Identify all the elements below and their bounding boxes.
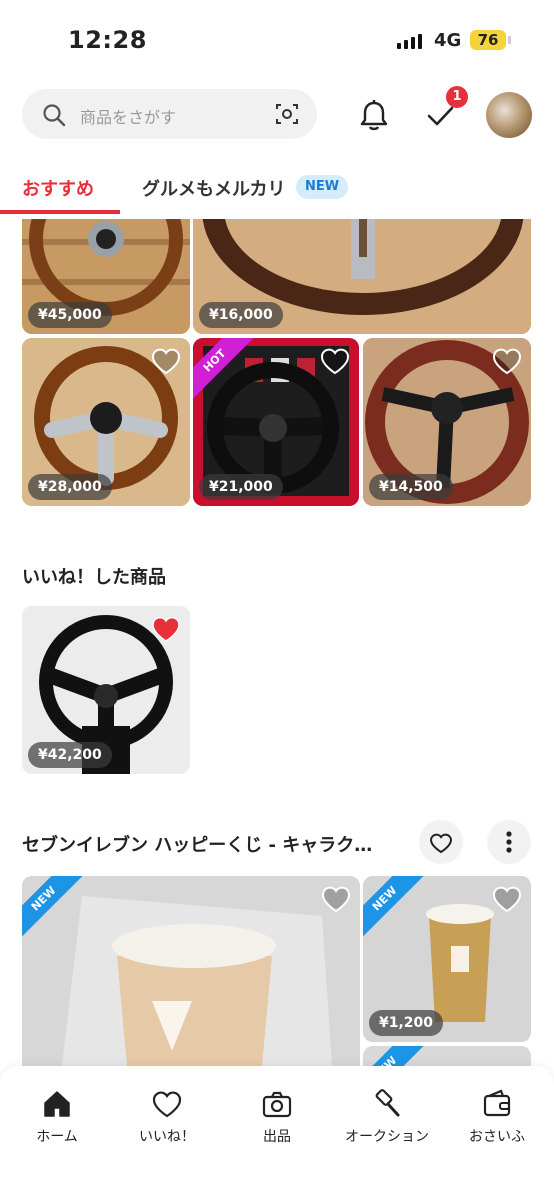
nav-home[interactable]: ホーム [2,1088,112,1146]
item-price: ¥42,200 [28,742,112,768]
heart-outline-icon [429,833,453,854]
nav-sell[interactable]: 出品 [222,1088,332,1146]
hot-ribbon: HOT [193,338,255,400]
active-tab-underline [0,210,120,214]
wallet-icon [483,1089,511,1117]
nav-label: いいね！ [139,1129,195,1145]
like-heart-icon[interactable] [491,884,523,914]
product-card[interactable]: ¥28,000 [22,338,190,506]
product-card[interactable]: NEW [363,1046,531,1066]
like-heart-icon[interactable] [491,346,523,376]
notification-badge: 1 [446,86,468,108]
nav-wallet[interactable]: おさいふ [442,1088,552,1146]
tab-recommended[interactable]: おすすめ [22,175,94,201]
new-ribbon: NEW [22,876,84,938]
item-price: ¥28,000 [28,474,112,500]
new-ribbon: NEW [363,1046,425,1066]
status-bar: 12:28 4G 76 [0,0,554,80]
tab-gourmet[interactable]: グルメもメルカリ [142,175,285,201]
item-price: ¥16,000 [199,302,283,328]
item-price: ¥14,500 [369,474,453,500]
like-heart-icon[interactable] [150,346,182,376]
status-time: 12:28 [68,26,147,54]
nav-auction[interactable]: オークション [332,1088,442,1146]
product-card[interactable]: HOT ¥21,000 [193,338,359,506]
product-card[interactable]: ¥45,000 [22,219,190,334]
product-card[interactable]: ¥14,500 [363,338,531,506]
like-heart-icon[interactable] [320,884,352,914]
liked-product-card[interactable]: ¥42,200 [22,606,190,774]
nav-label: ホーム [36,1129,78,1145]
image-search-icon[interactable] [275,102,299,126]
battery-icon: 76 [470,30,511,50]
bottom-navigation: ホーム いいね！ 出品 オークション おさいふ [0,1066,554,1200]
new-badge: NEW [296,175,348,199]
avatar[interactable] [486,92,532,138]
search-icon [43,104,66,127]
camera-icon [262,1091,292,1118]
product-card[interactable]: NEW ¥1,200 [363,876,531,1042]
follow-heart-button[interactable] [419,820,463,864]
nav-label: 出品 [263,1129,291,1145]
gavel-icon [375,1089,400,1117]
signal-icon [397,33,422,49]
more-vertical-icon [506,831,512,853]
liked-heart-icon[interactable] [150,614,182,644]
more-options-button[interactable] [487,820,531,864]
item-price: ¥1,200 [369,1010,444,1036]
liked-section-title: いいね！した商品 [22,567,166,588]
like-heart-icon[interactable] [319,346,351,376]
search-input[interactable]: 商品をさがす [22,89,317,139]
nav-likes[interactable]: いいね！ [112,1088,222,1146]
item-price: ¥21,000 [199,474,283,500]
home-icon [44,1091,70,1117]
search-placeholder: 商品をさがす [80,108,177,127]
item-price: ¥45,000 [28,302,112,328]
collection-title: セブンイレブン ハッピーくじ - キャラク… [22,835,373,856]
product-card[interactable]: ¥16,000 [193,219,531,334]
new-ribbon: NEW [363,876,425,938]
nav-label: おさいふ [469,1129,525,1145]
nav-label: オークション [345,1129,429,1145]
network-type: 4G [434,30,462,51]
heart-icon [152,1091,182,1118]
product-card[interactable]: NEW [22,876,360,1066]
bell-icon[interactable] [354,96,394,136]
